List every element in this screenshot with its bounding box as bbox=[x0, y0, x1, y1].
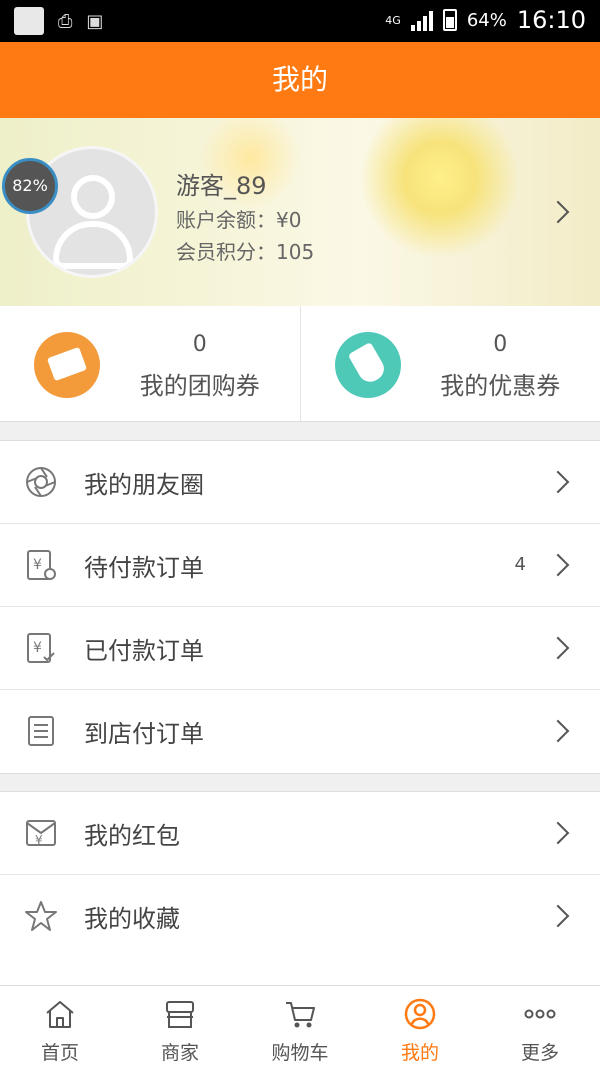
network-type: 4G bbox=[385, 13, 401, 27]
svg-text:¥: ¥ bbox=[33, 640, 42, 656]
avatar-body-shape bbox=[53, 221, 133, 269]
profile-progress-badge: 82% bbox=[2, 158, 58, 214]
tab-label: 商家 bbox=[160, 1042, 199, 1064]
group-coupon-count: 0 bbox=[192, 332, 207, 357]
discount-coupon-count: 0 bbox=[493, 332, 508, 357]
menu-item-paid-orders[interactable]: ¥ 已付款订单 bbox=[0, 607, 600, 690]
cart-icon bbox=[286, 1002, 315, 1028]
menu-item-in-store-orders[interactable]: 到店付订单 bbox=[0, 690, 600, 773]
message-notification-icon: ▣ bbox=[86, 10, 104, 32]
bottom-nav: 首页 商家 购物车 我的 更多 bbox=[0, 985, 600, 1067]
tab-more[interactable]: 更多 bbox=[480, 986, 600, 1067]
group-coupon-button[interactable]: 0 我的团购券 bbox=[0, 306, 300, 421]
chevron-right-icon bbox=[546, 821, 570, 845]
menu-item-label: 我的收藏 bbox=[84, 905, 180, 933]
svg-text:¥: ¥ bbox=[35, 833, 43, 847]
orders-menu: 我的朋友圈 ¥ 待付款订单 4 ¥ 已付款订单 到店付订单 bbox=[0, 440, 600, 774]
camera-shutter-icon bbox=[26, 467, 56, 497]
menu-item-red-envelope[interactable]: ¥ 我的红包 bbox=[0, 792, 600, 875]
more-icon bbox=[524, 1009, 556, 1019]
tab-profile[interactable]: 我的 bbox=[360, 986, 480, 1067]
tab-label: 更多 bbox=[520, 1042, 559, 1064]
avatar-head-shape bbox=[71, 175, 115, 219]
tab-cart[interactable]: 购物车 bbox=[240, 986, 360, 1067]
group-coupon-label: 我的团购券 bbox=[139, 372, 260, 400]
menu-item-pending-payment[interactable]: ¥ 待付款订单 4 bbox=[0, 524, 600, 607]
discount-coupon-button[interactable]: 0 我的优惠券 bbox=[299, 306, 600, 421]
clock: 16:10 bbox=[516, 6, 586, 34]
menu-item-label: 我的红包 bbox=[84, 822, 180, 850]
discount-coupon-label: 我的优惠券 bbox=[440, 372, 561, 400]
red-envelope-icon: ¥ bbox=[26, 820, 56, 847]
chevron-right-icon bbox=[546, 904, 570, 928]
in-store-order-icon bbox=[28, 716, 54, 746]
paid-order-icon: ¥ bbox=[27, 633, 55, 663]
signal-icon bbox=[410, 9, 433, 31]
home-icon bbox=[46, 1001, 74, 1028]
tab-label: 首页 bbox=[40, 1042, 79, 1064]
tab-label: 我的 bbox=[400, 1042, 439, 1064]
profile-icon bbox=[404, 998, 436, 1030]
shop-icon bbox=[166, 1001, 194, 1028]
notification-icons: ⎙ ▣ bbox=[14, 7, 103, 35]
pending-payment-icon: ¥ bbox=[27, 550, 56, 580]
tab-home[interactable]: 首页 bbox=[0, 986, 120, 1067]
chevron-right-icon bbox=[546, 553, 570, 577]
app-notification-icon bbox=[14, 7, 44, 35]
page-title: 我的 bbox=[0, 42, 600, 118]
menu-item-label: 已付款订单 bbox=[84, 637, 204, 665]
status-bar: ⎙ ▣ 4G 64% 16:10 bbox=[0, 0, 600, 42]
svg-text:¥: ¥ bbox=[33, 557, 42, 573]
menu-item-label: 我的朋友圈 bbox=[84, 471, 204, 499]
member-points: 会员积分：105 bbox=[176, 240, 315, 264]
chevron-right-icon bbox=[546, 470, 570, 494]
voucher-row: 0 我的团购券 0 我的优惠券 bbox=[0, 306, 600, 422]
wallet-menu: ¥ 我的红包 我的收藏 bbox=[0, 791, 600, 991]
chevron-right-icon bbox=[546, 719, 570, 743]
tab-shops[interactable]: 商家 bbox=[120, 986, 240, 1067]
pending-order-count-badge: 4 bbox=[514, 554, 526, 575]
menu-item-label: 待付款订单 bbox=[84, 554, 204, 582]
star-icon bbox=[25, 901, 57, 931]
profile-banner[interactable]: 82% 游客_89 账户余额：¥0 会员积分：105 bbox=[0, 118, 600, 306]
bag-notification-icon: ⎙ bbox=[58, 10, 73, 32]
menu-item-friends-circle[interactable]: 我的朋友圈 bbox=[0, 441, 600, 524]
menu-item-favorites[interactable]: 我的收藏 bbox=[0, 875, 600, 958]
chevron-right-icon bbox=[546, 636, 570, 660]
battery-level: 64% bbox=[466, 9, 507, 31]
chevron-right-icon[interactable] bbox=[546, 200, 570, 224]
username: 游客_89 bbox=[176, 172, 267, 200]
account-balance: 账户余额：¥0 bbox=[176, 208, 302, 232]
battery-icon bbox=[442, 9, 457, 31]
tab-label: 购物车 bbox=[271, 1042, 329, 1064]
menu-item-label: 到店付订单 bbox=[84, 720, 204, 748]
